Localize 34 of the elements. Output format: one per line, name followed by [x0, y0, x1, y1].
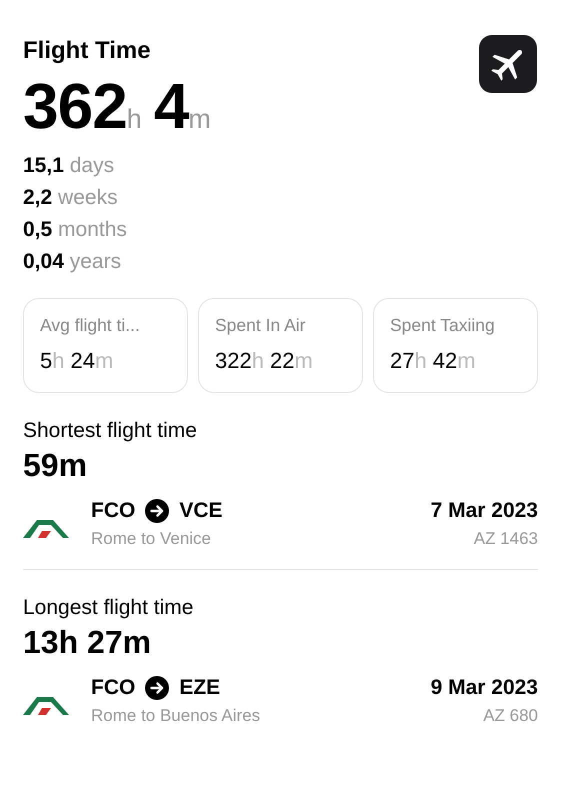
stat-value: 27h 42m — [390, 348, 477, 374]
record-duration: 59m — [23, 446, 88, 485]
airport-code: VCE — [179, 499, 223, 523]
record-title: Longest flight time — [23, 595, 194, 621]
airline-logo-icon — [23, 517, 69, 539]
flight-date: 7 Mar 2023 — [430, 499, 538, 523]
arrow-right-icon — [145, 676, 170, 700]
airport-code: FCO — [91, 676, 136, 700]
stat-value: 5h 24m — [40, 348, 114, 374]
duration-conversion: 0,04 years — [23, 249, 122, 275]
record-title: Shortest flight time — [23, 418, 198, 444]
record-duration: 13h 27m — [23, 623, 152, 662]
flight-date: 9 Mar 2023 — [430, 676, 538, 700]
duration-conversion: 15,1 days — [23, 153, 116, 179]
flight-number: AZ 680 — [482, 706, 538, 726]
route-description: Rome to Venice — [91, 529, 212, 549]
stat-label: Spent In Air — [215, 315, 306, 336]
arrow-right-icon — [145, 499, 170, 523]
airline-logo-icon — [23, 694, 69, 716]
route-description: Rome to Buenos Aires — [91, 706, 262, 726]
unit-label: h — [126, 104, 142, 135]
total-value: 362 — [23, 72, 127, 140]
unit-label: m — [188, 104, 211, 135]
flight-number: AZ 1463 — [472, 529, 538, 549]
stat-label: Spent Taxiing — [390, 315, 496, 336]
duration-conversion: 2,2 weeks — [23, 185, 119, 211]
page-title: Flight Time — [23, 36, 152, 66]
airport-code: EZE — [179, 676, 220, 700]
airport-code: FCO — [91, 499, 136, 523]
airplane-icon[interactable] — [479, 35, 537, 93]
duration-conversion: 0,5 months — [23, 217, 128, 243]
stat-value: 322h 22m — [215, 348, 314, 374]
total-value: 4 — [154, 72, 188, 140]
stat-label: Avg flight ti... — [40, 315, 141, 336]
